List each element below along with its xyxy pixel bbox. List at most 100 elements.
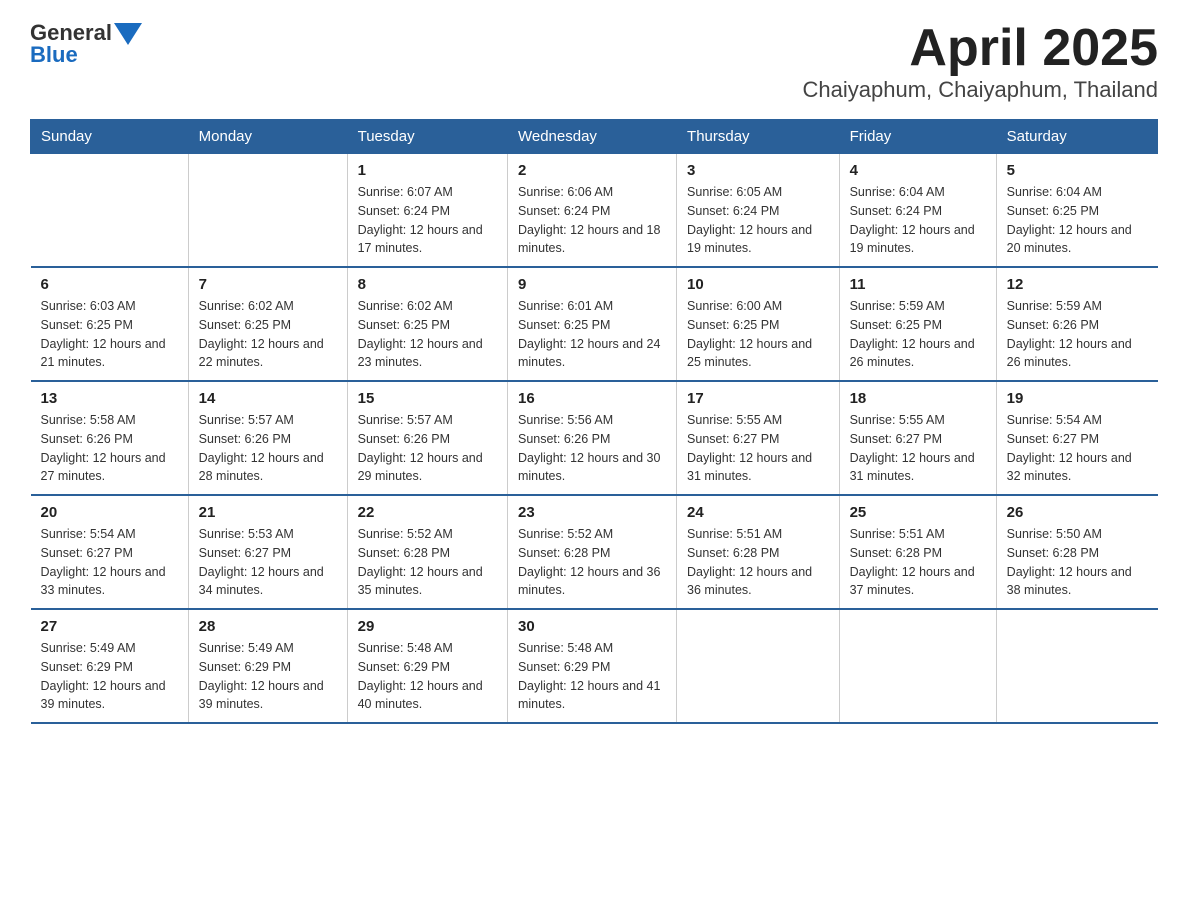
- weekday-header-row: SundayMondayTuesdayWednesdayThursdayFrid…: [31, 120, 1158, 154]
- day-info: Sunrise: 5:59 AMSunset: 6:26 PMDaylight:…: [1007, 297, 1148, 372]
- calendar-table: SundayMondayTuesdayWednesdayThursdayFrid…: [30, 119, 1158, 724]
- day-info: Sunrise: 5:57 AMSunset: 6:26 PMDaylight:…: [358, 411, 497, 486]
- calendar-cell: 9 Sunrise: 6:01 AMSunset: 6:25 PMDaylight…: [507, 267, 676, 381]
- day-number: 8: [358, 276, 497, 293]
- day-info: Sunrise: 6:07 AMSunset: 6:24 PMDaylight:…: [358, 183, 497, 258]
- day-number: 27: [41, 618, 178, 635]
- calendar-cell: [31, 154, 189, 268]
- calendar-week-row: 1 Sunrise: 6:07 AMSunset: 6:24 PMDaylight…: [31, 154, 1158, 268]
- calendar-cell: 23 Sunrise: 5:52 AMSunset: 6:28 PMDayligh…: [507, 495, 676, 609]
- day-info: Sunrise: 5:52 AMSunset: 6:28 PMDaylight:…: [518, 525, 666, 600]
- calendar-cell: 27 Sunrise: 5:49 AMSunset: 6:29 PMDayligh…: [31, 609, 189, 723]
- day-info: Sunrise: 6:05 AMSunset: 6:24 PMDaylight:…: [687, 183, 829, 258]
- day-info: Sunrise: 5:58 AMSunset: 6:26 PMDaylight:…: [41, 411, 178, 486]
- calendar-cell: 19 Sunrise: 5:54 AMSunset: 6:27 PMDayligh…: [996, 381, 1157, 495]
- calendar-cell: 7 Sunrise: 6:02 AMSunset: 6:25 PMDaylight…: [188, 267, 347, 381]
- calendar-cell: [839, 609, 996, 723]
- calendar-cell: 2 Sunrise: 6:06 AMSunset: 6:24 PMDaylight…: [507, 154, 676, 268]
- weekday-header-wednesday: Wednesday: [507, 120, 676, 154]
- calendar-week-row: 27 Sunrise: 5:49 AMSunset: 6:29 PMDayligh…: [31, 609, 1158, 723]
- day-number: 2: [518, 162, 666, 179]
- day-number: 25: [850, 504, 986, 521]
- day-number: 12: [1007, 276, 1148, 293]
- day-number: 5: [1007, 162, 1148, 179]
- day-info: Sunrise: 5:56 AMSunset: 6:26 PMDaylight:…: [518, 411, 666, 486]
- day-info: Sunrise: 5:54 AMSunset: 6:27 PMDaylight:…: [41, 525, 178, 600]
- day-info: Sunrise: 5:54 AMSunset: 6:27 PMDaylight:…: [1007, 411, 1148, 486]
- day-info: Sunrise: 6:00 AMSunset: 6:25 PMDaylight:…: [687, 297, 829, 372]
- calendar-cell: 12 Sunrise: 5:59 AMSunset: 6:26 PMDayligh…: [996, 267, 1157, 381]
- calendar-cell: 15 Sunrise: 5:57 AMSunset: 6:26 PMDayligh…: [347, 381, 507, 495]
- calendar-title: April 2025: [803, 20, 1158, 77]
- day-info: Sunrise: 5:52 AMSunset: 6:28 PMDaylight:…: [358, 525, 497, 600]
- calendar-cell: 16 Sunrise: 5:56 AMSunset: 6:26 PMDayligh…: [507, 381, 676, 495]
- calendar-cell: 10 Sunrise: 6:00 AMSunset: 6:25 PMDayligh…: [677, 267, 840, 381]
- weekday-header-thursday: Thursday: [677, 120, 840, 154]
- calendar-cell: [677, 609, 840, 723]
- day-number: 18: [850, 390, 986, 407]
- day-info: Sunrise: 5:53 AMSunset: 6:27 PMDaylight:…: [199, 525, 337, 600]
- calendar-cell: 17 Sunrise: 5:55 AMSunset: 6:27 PMDayligh…: [677, 381, 840, 495]
- day-info: Sunrise: 6:02 AMSunset: 6:25 PMDaylight:…: [199, 297, 337, 372]
- day-number: 23: [518, 504, 666, 521]
- logo-blue: Blue: [30, 42, 78, 68]
- day-info: Sunrise: 5:51 AMSunset: 6:28 PMDaylight:…: [850, 525, 986, 600]
- day-number: 22: [358, 504, 497, 521]
- day-info: Sunrise: 5:50 AMSunset: 6:28 PMDaylight:…: [1007, 525, 1148, 600]
- day-number: 15: [358, 390, 497, 407]
- day-number: 30: [518, 618, 666, 635]
- logo: General Blue: [30, 20, 142, 68]
- day-number: 17: [687, 390, 829, 407]
- day-number: 16: [518, 390, 666, 407]
- day-info: Sunrise: 6:02 AMSunset: 6:25 PMDaylight:…: [358, 297, 497, 372]
- day-number: 3: [687, 162, 829, 179]
- weekday-header-sunday: Sunday: [31, 120, 189, 154]
- weekday-header-tuesday: Tuesday: [347, 120, 507, 154]
- calendar-cell: 14 Sunrise: 5:57 AMSunset: 6:26 PMDayligh…: [188, 381, 347, 495]
- day-number: 13: [41, 390, 178, 407]
- day-info: Sunrise: 5:57 AMSunset: 6:26 PMDaylight:…: [199, 411, 337, 486]
- day-info: Sunrise: 6:01 AMSunset: 6:25 PMDaylight:…: [518, 297, 666, 372]
- calendar-cell: 6Sunrise: 6:03 AMSunset: 6:25 PMDaylight…: [31, 267, 189, 381]
- calendar-week-row: 6Sunrise: 6:03 AMSunset: 6:25 PMDaylight…: [31, 267, 1158, 381]
- day-number: 6: [41, 276, 178, 293]
- day-info: Sunrise: 5:48 AMSunset: 6:29 PMDaylight:…: [518, 639, 666, 714]
- calendar-cell: 24 Sunrise: 5:51 AMSunset: 6:28 PMDayligh…: [677, 495, 840, 609]
- day-info: Sunrise: 6:06 AMSunset: 6:24 PMDaylight:…: [518, 183, 666, 258]
- day-number: 21: [199, 504, 337, 521]
- day-number: 14: [199, 390, 337, 407]
- day-info: Sunrise: 5:48 AMSunset: 6:29 PMDaylight:…: [358, 639, 497, 714]
- day-info: Sunrise: 5:49 AMSunset: 6:29 PMDaylight:…: [41, 639, 178, 714]
- calendar-cell: 1 Sunrise: 6:07 AMSunset: 6:24 PMDaylight…: [347, 154, 507, 268]
- calendar-cell: 11Sunrise: 5:59 AMSunset: 6:25 PMDayligh…: [839, 267, 996, 381]
- day-info: Sunrise: 5:55 AMSunset: 6:27 PMDaylight:…: [850, 411, 986, 486]
- calendar-cell: 30 Sunrise: 5:48 AMSunset: 6:29 PMDayligh…: [507, 609, 676, 723]
- day-number: 9: [518, 276, 666, 293]
- calendar-cell: 22 Sunrise: 5:52 AMSunset: 6:28 PMDayligh…: [347, 495, 507, 609]
- calendar-cell: 3 Sunrise: 6:05 AMSunset: 6:24 PMDaylight…: [677, 154, 840, 268]
- calendar-week-row: 20Sunrise: 5:54 AMSunset: 6:27 PMDayligh…: [31, 495, 1158, 609]
- calendar-cell: [188, 154, 347, 268]
- day-number: 1: [358, 162, 497, 179]
- day-number: 7: [199, 276, 337, 293]
- calendar-cell: 13 Sunrise: 5:58 AMSunset: 6:26 PMDayligh…: [31, 381, 189, 495]
- day-number: 24: [687, 504, 829, 521]
- calendar-cell: 5 Sunrise: 6:04 AMSunset: 6:25 PMDaylight…: [996, 154, 1157, 268]
- day-number: 10: [687, 276, 829, 293]
- day-number: 26: [1007, 504, 1148, 521]
- day-number: 19: [1007, 390, 1148, 407]
- day-info: Sunrise: 5:49 AMSunset: 6:29 PMDaylight:…: [199, 639, 337, 714]
- day-number: 4: [850, 162, 986, 179]
- calendar-cell: 20Sunrise: 5:54 AMSunset: 6:27 PMDayligh…: [31, 495, 189, 609]
- weekday-header-saturday: Saturday: [996, 120, 1157, 154]
- day-info: Sunrise: 5:59 AMSunset: 6:25 PMDaylight:…: [850, 297, 986, 372]
- logo-triangle-icon: [114, 23, 142, 45]
- day-info: Sunrise: 5:55 AMSunset: 6:27 PMDaylight:…: [687, 411, 829, 486]
- calendar-cell: [996, 609, 1157, 723]
- calendar-cell: 29Sunrise: 5:48 AMSunset: 6:29 PMDayligh…: [347, 609, 507, 723]
- title-block: April 2025 Chaiyaphum, Chaiyaphum, Thail…: [803, 20, 1158, 103]
- day-info: Sunrise: 5:51 AMSunset: 6:28 PMDaylight:…: [687, 525, 829, 600]
- day-info: Sunrise: 6:04 AMSunset: 6:25 PMDaylight:…: [1007, 183, 1148, 258]
- weekday-header-friday: Friday: [839, 120, 996, 154]
- calendar-subtitle: Chaiyaphum, Chaiyaphum, Thailand: [803, 77, 1158, 103]
